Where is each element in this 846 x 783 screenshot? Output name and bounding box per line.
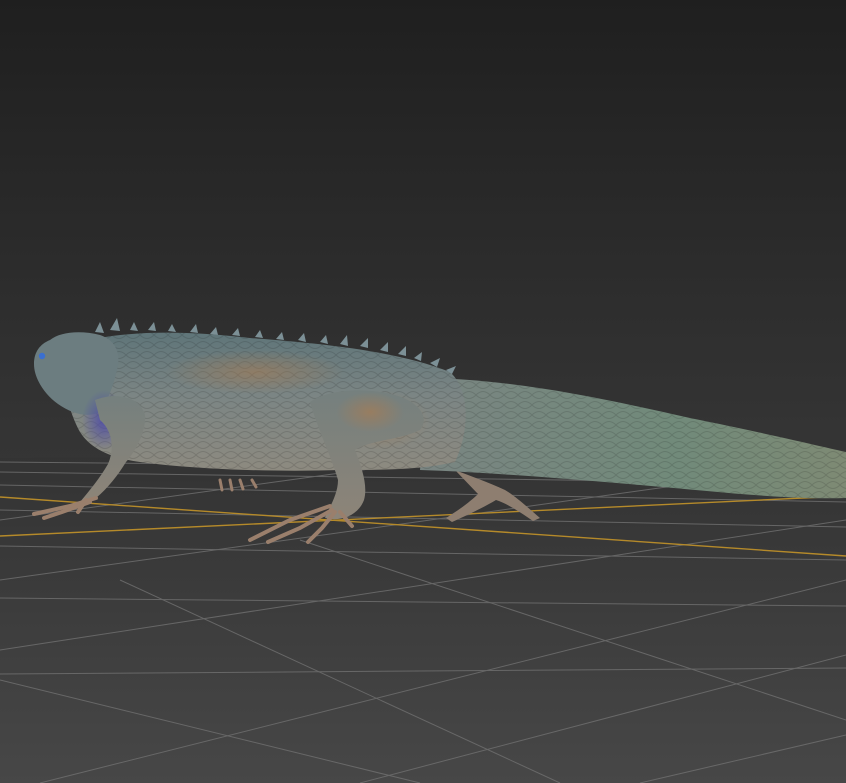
- ground-plane: [0, 455, 846, 783]
- body-color-patch: [165, 350, 345, 394]
- rear-leg-color-patch: [336, 392, 404, 432]
- iguana-eye: [38, 352, 46, 360]
- 3d-viewport[interactable]: [0, 0, 846, 783]
- viewport-canvas[interactable]: [0, 0, 846, 783]
